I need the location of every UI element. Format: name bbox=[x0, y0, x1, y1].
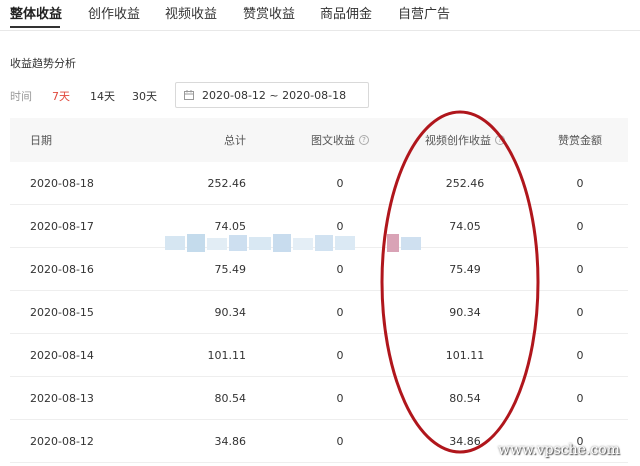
active-tab-indicator bbox=[10, 26, 60, 28]
cell-reward-amount: 0 bbox=[576, 391, 584, 405]
header-total: 总计 bbox=[224, 134, 246, 147]
header-reward-amount: 赞赏金额 bbox=[558, 134, 602, 147]
header-article-income: 图文收益? bbox=[300, 118, 380, 162]
cell-total: 90.34 bbox=[214, 305, 247, 319]
range-7-days[interactable]: 7天 bbox=[52, 88, 70, 104]
tab-self-ads[interactable]: 自营广告 bbox=[398, 3, 450, 22]
header-date: 日期 bbox=[30, 134, 52, 147]
cell-date: 2020-08-15 bbox=[30, 305, 94, 319]
annotation-circle bbox=[380, 110, 540, 454]
cell-total: 80.54 bbox=[214, 391, 247, 405]
cell-total: 75.49 bbox=[214, 262, 247, 276]
cell-reward-amount: 0 bbox=[576, 348, 584, 362]
cell-reward-amount: 0 bbox=[576, 219, 584, 233]
watermark: www.vpsche.com bbox=[498, 442, 620, 458]
cell-reward-amount: 0 bbox=[576, 176, 584, 190]
cell-total: 252.46 bbox=[207, 176, 247, 190]
cell-article-income: 0 bbox=[336, 305, 344, 319]
calendar-icon bbox=[184, 90, 194, 100]
cell-date: 2020-08-16 bbox=[30, 262, 94, 276]
cell-article-income: 0 bbox=[336, 348, 344, 362]
cell-article-income: 0 bbox=[336, 262, 344, 276]
cell-date: 2020-08-17 bbox=[30, 219, 94, 233]
cell-article-income: 0 bbox=[336, 391, 344, 405]
tabs-divider bbox=[0, 30, 640, 31]
question-circle-icon[interactable]: ? bbox=[359, 135, 369, 145]
cell-date: 2020-08-12 bbox=[30, 434, 94, 448]
cell-article-income: 0 bbox=[336, 176, 344, 190]
cell-date: 2020-08-13 bbox=[30, 391, 94, 405]
tab-reward-income[interactable]: 赞赏收益 bbox=[243, 3, 295, 22]
range-14-days[interactable]: 14天 bbox=[90, 88, 115, 104]
cell-date: 2020-08-14 bbox=[30, 348, 94, 362]
cell-reward-amount: 0 bbox=[576, 262, 584, 276]
tab-creation-income[interactable]: 创作收益 bbox=[88, 3, 140, 22]
cell-total: 101.11 bbox=[207, 348, 247, 362]
date-range-value: 2020-08-12 ~ 2020-08-18 bbox=[202, 89, 347, 102]
time-filter-label: 时间 bbox=[10, 90, 32, 103]
tab-bar: 整体收益 创作收益 视频收益 赞赏收益 商品佣金 自营广告 bbox=[0, 0, 640, 30]
tab-commission[interactable]: 商品佣金 bbox=[320, 3, 372, 22]
cell-total: 34.86 bbox=[214, 434, 247, 448]
cell-reward-amount: 0 bbox=[576, 305, 584, 319]
tab-overall-income[interactable]: 整体收益 bbox=[10, 3, 62, 22]
header-article-income-label: 图文收益 bbox=[311, 134, 355, 147]
tab-video-income[interactable]: 视频收益 bbox=[165, 3, 217, 22]
cell-article-income: 0 bbox=[336, 434, 344, 448]
cell-date: 2020-08-18 bbox=[30, 176, 94, 190]
date-range-picker[interactable]: 2020-08-12 ~ 2020-08-18 bbox=[175, 82, 369, 108]
section-title: 收益趋势分析 bbox=[10, 57, 76, 70]
range-30-days[interactable]: 30天 bbox=[132, 88, 157, 104]
